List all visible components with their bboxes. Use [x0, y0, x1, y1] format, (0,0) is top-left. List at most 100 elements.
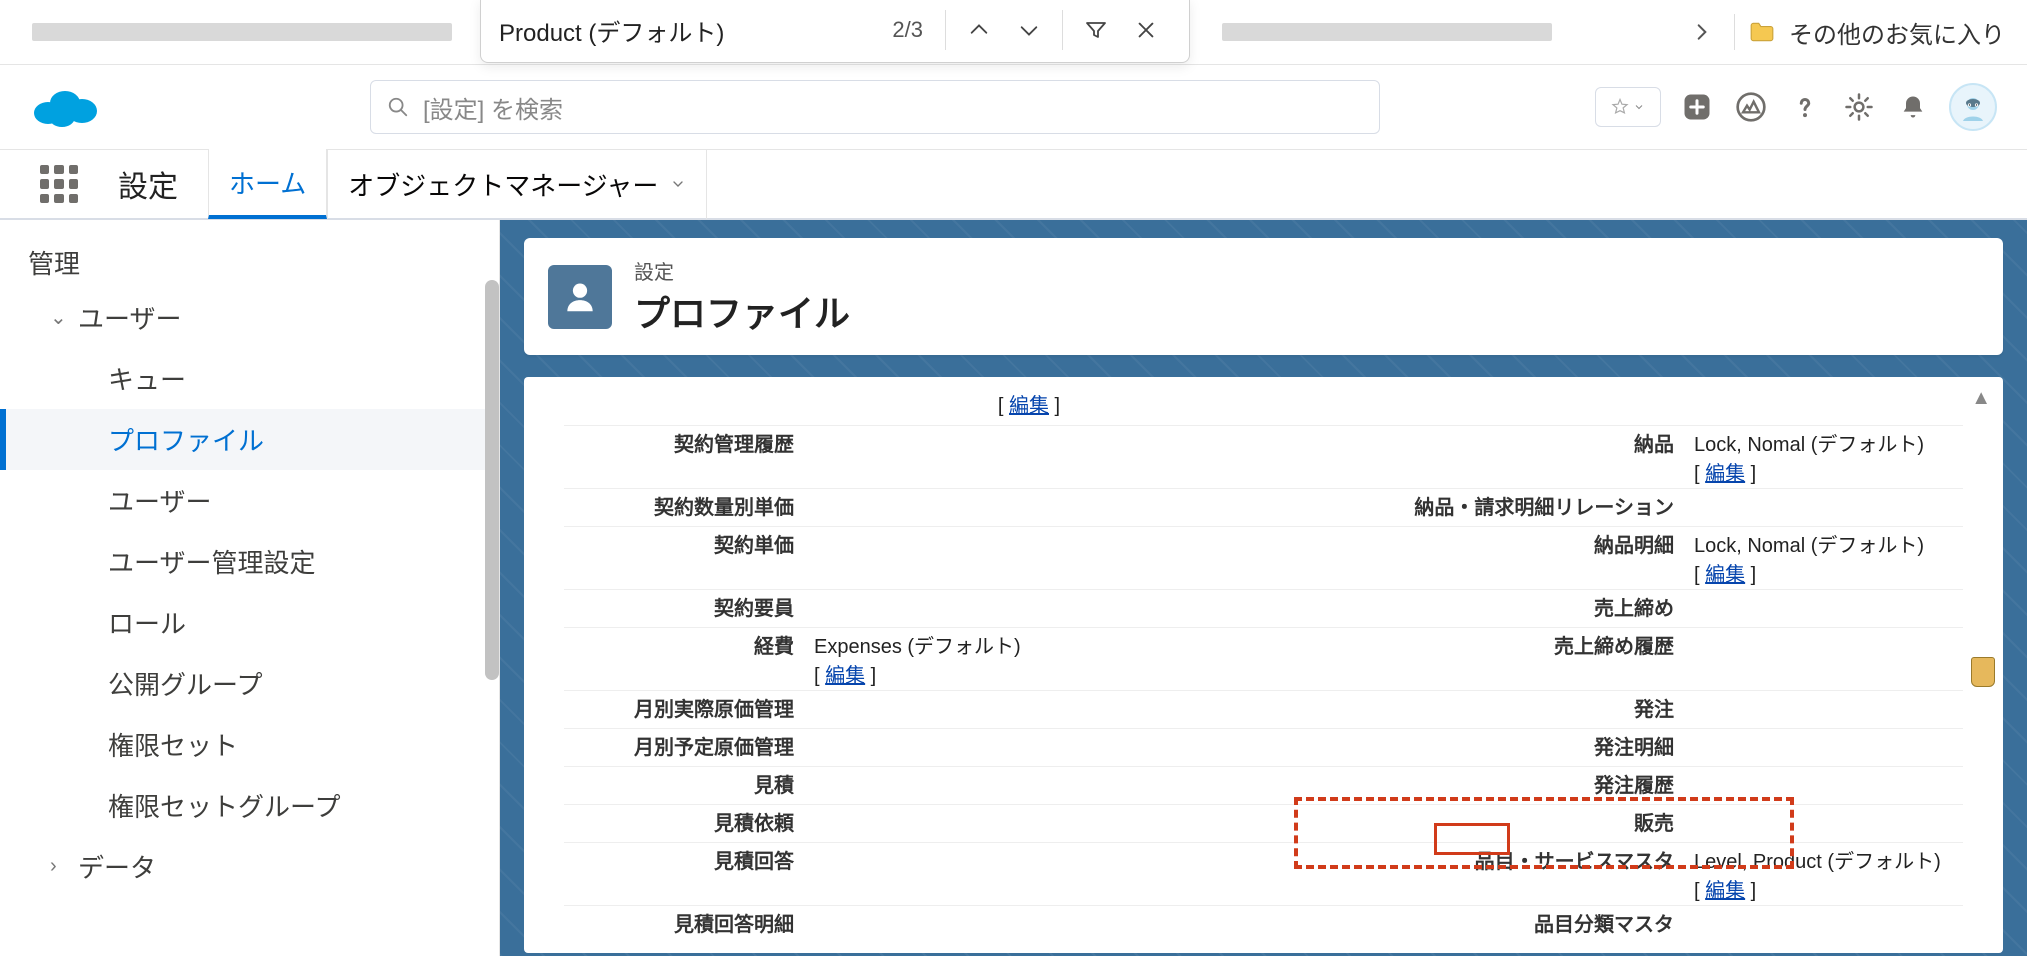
url-block-right [1222, 23, 1552, 41]
filter-icon[interactable] [1071, 5, 1121, 55]
find-next-icon[interactable] [1004, 5, 1054, 55]
sidebar-item-user-mgmt[interactable]: ユーザー管理設定 [0, 531, 499, 592]
scroll-up-icon[interactable]: ▲ [1971, 387, 1991, 410]
browser-chrome-bar: Product (デフォルト) 2/3 その他のお気に入り [0, 0, 2027, 65]
breadcrumb: 設定 [634, 262, 674, 284]
tree-data-parent[interactable]: › データ [0, 836, 499, 897]
sidebar-item-permission-set-groups[interactable]: 権限セットグループ [0, 775, 499, 836]
field-label: 見積 [564, 769, 804, 798]
avatar[interactable] [1949, 83, 1997, 131]
sidebar-item-roles[interactable]: ロール [0, 592, 499, 653]
divider [945, 10, 946, 50]
gear-icon[interactable] [1841, 89, 1877, 125]
help-icon[interactable] [1787, 89, 1823, 125]
table-row: 見積 発注履歴 [564, 766, 1963, 804]
setup-nav-row: 設定 ホーム オブジェクトマネージャー [0, 150, 2027, 220]
sidebar-item-queue[interactable]: キュー [0, 348, 499, 409]
table-row: 経費 Expenses (デフォルト)[ 編集 ] 売上締め履歴 [564, 627, 1963, 690]
sidebar-item-label: ユーザー管理設定 [108, 543, 315, 580]
tab-object-manager[interactable]: オブジェクトマネージャー [327, 149, 707, 219]
header-icons [1595, 83, 1997, 131]
edit-link-highlighted[interactable]: 編集 [1705, 880, 1745, 902]
table-row: 見積依頼 販売 [564, 804, 1963, 842]
field-label: 発注明細 [1244, 731, 1684, 760]
table-row: 月別予定原価管理 発注明細 [564, 728, 1963, 766]
sidebar-item-label: 権限セットグループ [108, 787, 340, 824]
plus-icon[interactable] [1679, 89, 1715, 125]
profile-icon [548, 265, 612, 329]
tree-section-admin: 管理 [0, 238, 499, 287]
sidebar-item-users[interactable]: ユーザー [0, 470, 499, 531]
edit-link[interactable]: 編集 [1705, 463, 1745, 485]
folder-icon[interactable] [1749, 21, 1775, 43]
field-label: 契約単価 [564, 529, 804, 558]
sidebar-item-permission-sets[interactable]: 権限セット [0, 714, 499, 775]
field-label: 見積依頼 [564, 807, 804, 836]
field-label: 契約要員 [564, 592, 804, 621]
edit-link[interactable]: 編集 [1705, 564, 1745, 586]
app-launcher-icon[interactable] [34, 159, 84, 209]
field-value: Expenses (デフォルト)[ 編集 ] [804, 630, 1244, 688]
field-value: Lock, Nomal (デフォルト)[ 編集 ] [1684, 428, 1963, 486]
find-match-count: 2/3 [892, 17, 923, 43]
field-label: 納品明細 [1244, 529, 1684, 558]
main-area: 管理 ⌄ ユーザー キュー プロファイル ユーザー ユーザー管理設定 ロール 公… [0, 220, 2027, 956]
field-label: 見積回答明細 [564, 908, 804, 937]
table-row: 契約管理履歴 納品 Lock, Nomal (デフォルト)[ 編集 ] [564, 425, 1963, 488]
field-value: Lock, Nomal (デフォルト)[ 編集 ] [1684, 529, 1963, 587]
table-row: 契約数量別単価 納品・請求明細リレーション [564, 488, 1963, 526]
content-area: 設定 プロファイル ▲ [ 編集 ] 契約管理履歴 納品 Lock, Noma [500, 220, 2027, 956]
tab-home-label: ホーム [229, 164, 306, 201]
divider [1062, 10, 1063, 50]
edit-link[interactable]: 編集 [1009, 395, 1049, 417]
field-label: 見積回答 [564, 845, 804, 874]
setup-tree: 管理 ⌄ ユーザー キュー プロファイル ユーザー ユーザー管理設定 ロール 公… [0, 220, 499, 915]
close-icon[interactable] [1121, 5, 1171, 55]
sidebar-scrollbar[interactable] [485, 280, 499, 680]
field-label: 販売 [1244, 807, 1684, 836]
field-label: 品目分類マスタ [1244, 908, 1684, 937]
sidebar-item-profiles[interactable]: プロファイル [0, 409, 499, 470]
field-label: 納品・請求明細リレーション [1244, 491, 1684, 520]
page-title-block: 設定 プロファイル [634, 256, 850, 337]
divider [1734, 14, 1735, 50]
find-query[interactable]: Product (デフォルト) [499, 13, 892, 48]
tree-user-parent[interactable]: ⌄ ユーザー [0, 287, 499, 348]
table-row: 月別実際原価管理 発注 [564, 690, 1963, 728]
field-label: 発注 [1244, 693, 1684, 722]
sidebar-item-public-groups[interactable]: 公開グループ [0, 653, 499, 714]
sidebar-item-label: 権限セット [108, 726, 238, 763]
table-row: 見積回答明細 品目分類マスタ [564, 905, 1963, 943]
chevron-down-icon [670, 176, 686, 192]
sidebar-item-label: ユーザー [108, 482, 211, 519]
trailhead-icon[interactable] [1733, 89, 1769, 125]
edit-link[interactable]: 編集 [825, 665, 865, 687]
favorite-button[interactable] [1595, 87, 1661, 127]
table-row: 契約要員 売上締め [564, 589, 1963, 627]
field-label: 契約数量別単価 [564, 491, 804, 520]
notification-bell-icon[interactable] [1895, 89, 1931, 125]
search-placeholder: [設定] を検索 [423, 90, 563, 125]
pin-icon[interactable] [1971, 657, 1995, 687]
salesforce-logo-icon[interactable] [30, 83, 100, 131]
field-label: 品目・サービスマスタ [1244, 845, 1684, 874]
sidebar-item-label: ロール [108, 604, 186, 641]
table-row: 見積回答 品目・サービスマスタ Level, Product (デフォルト)[ … [564, 842, 1963, 905]
find-prev-icon[interactable] [954, 5, 1004, 55]
tree-data-label: データ [78, 848, 156, 885]
record-type-rows: [ 編集 ] 契約管理履歴 納品 Lock, Nomal (デフォルト)[ 編集… [524, 381, 2003, 953]
setup-label: 設定 [118, 162, 178, 206]
table-row: [ 編集 ] [564, 387, 1963, 425]
chevron-right-icon: › [50, 855, 66, 878]
tab-home[interactable]: ホーム [208, 149, 327, 219]
field-label: 売上締め [1244, 592, 1684, 621]
field-label: 経費 [564, 630, 804, 659]
page-header-card: 設定 プロファイル [524, 238, 2003, 355]
other-favorites-label[interactable]: その他のお気に入り [1789, 15, 2005, 50]
setup-sidebar: 管理 ⌄ ユーザー キュー プロファイル ユーザー ユーザー管理設定 ロール 公… [0, 220, 500, 956]
sidebar-item-label: 公開グループ [108, 665, 262, 702]
tree-user-label: ユーザー [78, 299, 181, 336]
table-row: 契約単価 納品明細 Lock, Nomal (デフォルト)[ 編集 ] [564, 526, 1963, 589]
chevron-right-icon[interactable] [1684, 14, 1720, 50]
global-search[interactable]: [設定] を検索 [370, 80, 1380, 134]
